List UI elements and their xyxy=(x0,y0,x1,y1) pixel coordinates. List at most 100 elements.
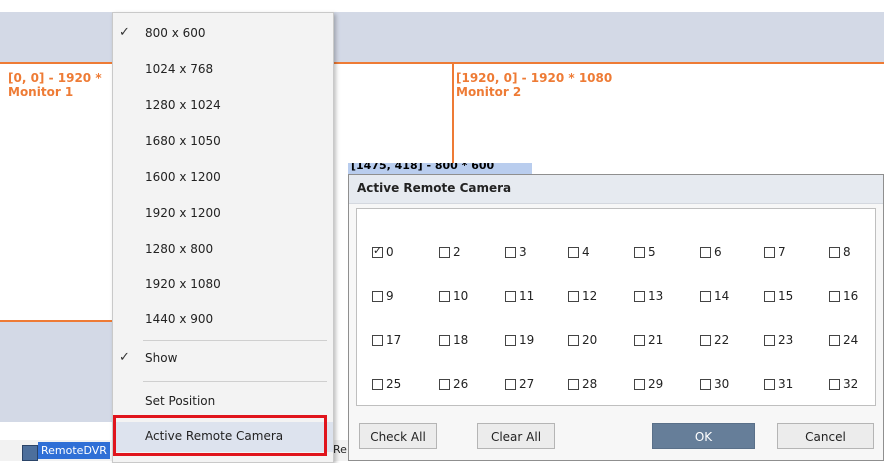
camera-checkbox-28[interactable]: 28 xyxy=(568,375,597,393)
camera-checkbox-2[interactable]: 2 xyxy=(439,243,461,261)
checkbox-box[interactable] xyxy=(700,246,711,258)
camera-checkbox-5[interactable]: 5 xyxy=(634,243,656,261)
checkbox-box[interactable] xyxy=(700,290,711,302)
context-menu: ✓ 800 x 600 1024 x 768 1280 x 1024 1680 … xyxy=(112,12,334,463)
taskbar-trailing-text: Re xyxy=(333,443,347,456)
active-remote-camera-dialog: Active Remote Camera 0 2 3 4 5 6 7 8 9 1… xyxy=(348,174,884,461)
camera-checkbox-3[interactable]: 3 xyxy=(505,243,527,261)
clear-all-button[interactable]: Clear All xyxy=(477,423,555,449)
checkbox-box[interactable] xyxy=(439,378,450,390)
camera-checkbox-32[interactable]: 32 xyxy=(829,375,858,393)
checkbox-box[interactable] xyxy=(372,378,383,390)
checkbox-box[interactable] xyxy=(439,334,450,346)
monitor-layout-band-lower xyxy=(0,322,120,422)
menu-separator xyxy=(143,381,327,382)
checkbox-box[interactable] xyxy=(568,290,579,302)
checkbox-box[interactable] xyxy=(372,244,383,258)
camera-checkbox-25[interactable]: 25 xyxy=(372,375,401,393)
checkbox-box[interactable] xyxy=(505,246,516,258)
monitor-1-bottom-edge xyxy=(0,320,120,322)
checkbox-box[interactable] xyxy=(764,290,775,302)
checkbox-box[interactable] xyxy=(634,334,645,346)
camera-checkbox-21[interactable]: 21 xyxy=(634,331,663,349)
camera-checkbox-0[interactable]: 0 xyxy=(372,243,394,261)
camera-checkbox-30[interactable]: 30 xyxy=(700,375,729,393)
camera-checkbox-27[interactable]: 27 xyxy=(505,375,534,393)
camera-checkbox-15[interactable]: 15 xyxy=(764,287,793,305)
checkbox-box[interactable] xyxy=(634,246,645,258)
ok-button[interactable]: OK xyxy=(652,423,755,449)
checkbox-box[interactable] xyxy=(764,378,775,390)
menu-item-resolution-1600x1200[interactable]: 1600 x 1200 xyxy=(113,163,333,193)
menu-item-resolution-1280x1024[interactable]: 1280 x 1024 xyxy=(113,91,333,121)
highlight-annotation-box xyxy=(113,415,327,456)
dialog-title: Active Remote Camera xyxy=(357,181,512,195)
checkbox-box[interactable] xyxy=(764,334,775,346)
camera-grid: 0 2 3 4 5 6 7 8 9 10 11 12 13 14 15 16 1… xyxy=(356,208,876,406)
remotedvr-app-icon[interactable] xyxy=(22,445,38,461)
checkbox-box[interactable] xyxy=(505,378,516,390)
checkbox-box[interactable] xyxy=(372,334,383,346)
checkbox-box[interactable] xyxy=(372,290,383,302)
menu-item-resolution-1920x1200[interactable]: 1920 x 1200 xyxy=(113,199,333,229)
checkbox-box[interactable] xyxy=(439,290,450,302)
monitor-1-label[interactable]: [0, 0] - 1920 * Monitor 1 xyxy=(8,71,102,99)
camera-checkbox-17[interactable]: 17 xyxy=(372,331,401,349)
camera-checkbox-24[interactable]: 24 xyxy=(829,331,858,349)
checkbox-box[interactable] xyxy=(439,246,450,258)
monitor-1-name: Monitor 1 xyxy=(8,85,74,99)
menu-item-resolution-1280x800[interactable]: 1280 x 800 xyxy=(113,235,333,265)
camera-checkbox-11[interactable]: 11 xyxy=(505,287,534,305)
menu-item-resolution-1024x768[interactable]: 1024 x 768 xyxy=(113,55,333,85)
check-icon: ✓ xyxy=(119,350,130,365)
menu-item-resolution-1440x900[interactable]: 1440 x 900 xyxy=(113,305,333,335)
camera-checkbox-22[interactable]: 22 xyxy=(700,331,729,349)
cancel-button[interactable]: Cancel xyxy=(777,423,874,449)
menu-item-resolution-1680x1050[interactable]: 1680 x 1050 xyxy=(113,127,333,157)
menu-separator xyxy=(143,340,327,341)
camera-checkbox-6[interactable]: 6 xyxy=(700,243,722,261)
monitor-1-coords: [0, 0] - 1920 * xyxy=(8,71,102,85)
camera-checkbox-19[interactable]: 19 xyxy=(505,331,534,349)
checkbox-box[interactable] xyxy=(505,334,516,346)
camera-checkbox-16[interactable]: 16 xyxy=(829,287,858,305)
monitor-2-name: Monitor 2 xyxy=(456,85,522,99)
checkbox-box[interactable] xyxy=(568,334,579,346)
camera-checkbox-7[interactable]: 7 xyxy=(764,243,786,261)
checkbox-box[interactable] xyxy=(829,290,840,302)
camera-checkbox-4[interactable]: 4 xyxy=(568,243,590,261)
camera-checkbox-10[interactable]: 10 xyxy=(439,287,468,305)
camera-checkbox-18[interactable]: 18 xyxy=(439,331,468,349)
camera-checkbox-14[interactable]: 14 xyxy=(700,287,729,305)
checkbox-box[interactable] xyxy=(634,290,645,302)
dialog-header: Active Remote Camera xyxy=(349,175,883,204)
camera-checkbox-29[interactable]: 29 xyxy=(634,375,663,393)
camera-checkbox-8[interactable]: 8 xyxy=(829,243,851,261)
camera-checkbox-26[interactable]: 26 xyxy=(439,375,468,393)
camera-checkbox-20[interactable]: 20 xyxy=(568,331,597,349)
checkbox-box[interactable] xyxy=(568,378,579,390)
checkbox-box[interactable] xyxy=(829,334,840,346)
checkbox-box[interactable] xyxy=(700,334,711,346)
checkbox-box[interactable] xyxy=(829,246,840,258)
checkbox-box[interactable] xyxy=(568,246,579,258)
camera-checkbox-12[interactable]: 12 xyxy=(568,287,597,305)
checkbox-box[interactable] xyxy=(700,378,711,390)
menu-item-set-position[interactable]: Set Position xyxy=(113,387,333,417)
checkbox-box[interactable] xyxy=(764,246,775,258)
camera-checkbox-31[interactable]: 31 xyxy=(764,375,793,393)
camera-checkbox-23[interactable]: 23 xyxy=(764,331,793,349)
monitor-boundary-line xyxy=(452,62,454,174)
menu-item-resolution-800x600[interactable]: ✓ 800 x 600 xyxy=(113,19,333,49)
taskbar-app-remotedvr[interactable]: RemoteDVR xyxy=(38,442,110,459)
menu-item-resolution-1920x1080[interactable]: 1920 x 1080 xyxy=(113,270,333,300)
menu-item-show[interactable]: ✓ Show xyxy=(113,344,333,374)
camera-checkbox-13[interactable]: 13 xyxy=(634,287,663,305)
checkbox-box[interactable] xyxy=(505,290,516,302)
camera-checkbox-9[interactable]: 9 xyxy=(372,287,394,305)
monitor-2-coords: [1920, 0] - 1920 * 1080 xyxy=(456,71,613,85)
checkbox-box[interactable] xyxy=(829,378,840,390)
checkbox-box[interactable] xyxy=(634,378,645,390)
check-all-button[interactable]: Check All xyxy=(359,423,437,449)
monitor-2-label[interactable]: [1920, 0] - 1920 * 1080 Monitor 2 xyxy=(456,71,612,99)
